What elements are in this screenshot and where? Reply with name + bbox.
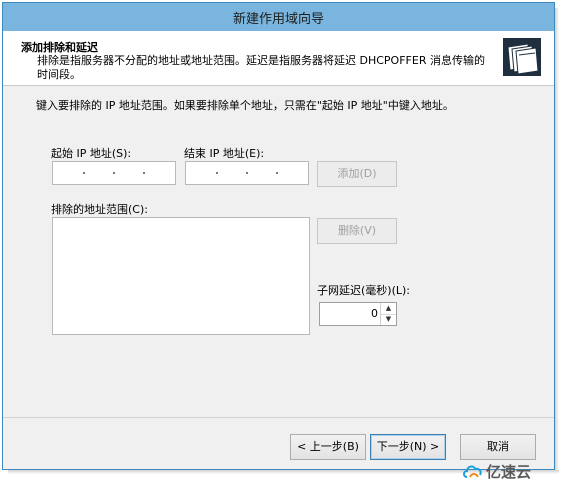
end-ip-label: 结束 IP 地址(E): [184, 147, 265, 160]
excluded-range-label: 排除的地址范围(C): [51, 203, 148, 216]
back-button[interactable]: < 上一步(B) [290, 434, 366, 460]
page-title: 添加排除和延迟 [21, 41, 98, 54]
wizard-window: 新建作用域向导 添加排除和延迟 排除是指服务器不分配的地址或地址范围。延迟是指服… [2, 2, 555, 470]
start-ip-label: 起始 IP 地址(S): [51, 147, 132, 160]
window-title: 新建作用域向导 [232, 12, 324, 27]
instruction-text: 键入要排除的 IP 地址范围。如果要排除单个地址，只需在"起始 IP 地址"中键… [36, 99, 454, 112]
ip-dot [83, 172, 85, 174]
subnet-delay-stepper[interactable]: 0 ▲ ▼ [319, 302, 397, 326]
start-ip-field[interactable] [52, 161, 176, 185]
ip-dot [276, 172, 278, 174]
window-shadow-right [555, 8, 559, 474]
ip-dot [246, 172, 248, 174]
subnet-delay-value: 0 [371, 307, 378, 320]
footer-separator [3, 417, 554, 418]
decrement-arrow-icon[interactable]: ▼ [381, 314, 396, 325]
title-bar[interactable]: 新建作用域向导 [3, 3, 554, 32]
next-button[interactable]: 下一步(N) > [370, 434, 446, 460]
cancel-button[interactable]: 取消 [460, 434, 536, 460]
watermark-text: 亿速云 [486, 463, 532, 481]
add-button[interactable]: 添加(D) [317, 161, 397, 187]
ip-dot [143, 172, 145, 174]
watermark: 亿速云 [462, 460, 558, 482]
folders-icon [503, 38, 541, 76]
wizard-header: 添加排除和延迟 排除是指服务器不分配的地址或地址范围。延迟是指服务器将延迟 DH… [3, 31, 554, 86]
ip-dot [216, 172, 218, 174]
remove-button[interactable]: 删除(V) [317, 218, 397, 244]
end-ip-field[interactable] [185, 161, 309, 185]
page-description: 排除是指服务器不分配的地址或地址范围。延迟是指服务器将延迟 DHCPOFFER … [37, 54, 485, 81]
stepper-arrows: ▲ ▼ [380, 303, 396, 325]
excluded-range-list[interactable] [52, 217, 310, 335]
cloud-logo-icon [463, 465, 482, 478]
ip-dot [113, 172, 115, 174]
subnet-delay-label: 子网延迟(毫秒)(L): [317, 284, 411, 297]
